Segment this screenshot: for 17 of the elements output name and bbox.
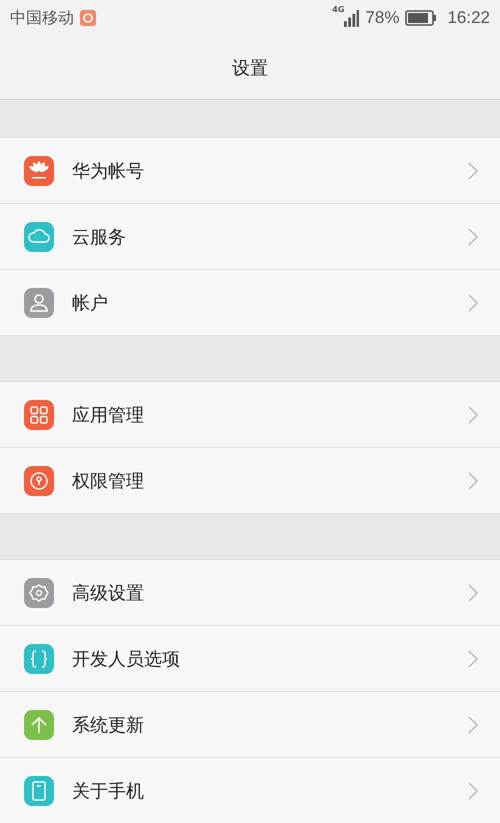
network-type: 4G <box>332 5 344 14</box>
signal-icon <box>344 10 360 26</box>
page-title: 设置 <box>232 56 268 80</box>
chevron-icon <box>468 406 478 424</box>
chevron-icon <box>468 294 478 312</box>
chevron-icon <box>468 584 478 602</box>
carrier-name: 中国移动 <box>10 8 74 28</box>
chevron-icon <box>468 650 478 668</box>
battery-icon <box>405 10 438 26</box>
chevron-icon <box>468 162 478 180</box>
battery-percent: 78% <box>365 8 400 28</box>
chevron-icon <box>468 716 478 734</box>
notification-icon <box>80 10 96 26</box>
chevron-icon <box>468 782 478 800</box>
chevron-icon <box>468 228 478 246</box>
chevron-icon <box>468 472 478 490</box>
clock-time: 16:22 <box>447 8 490 28</box>
